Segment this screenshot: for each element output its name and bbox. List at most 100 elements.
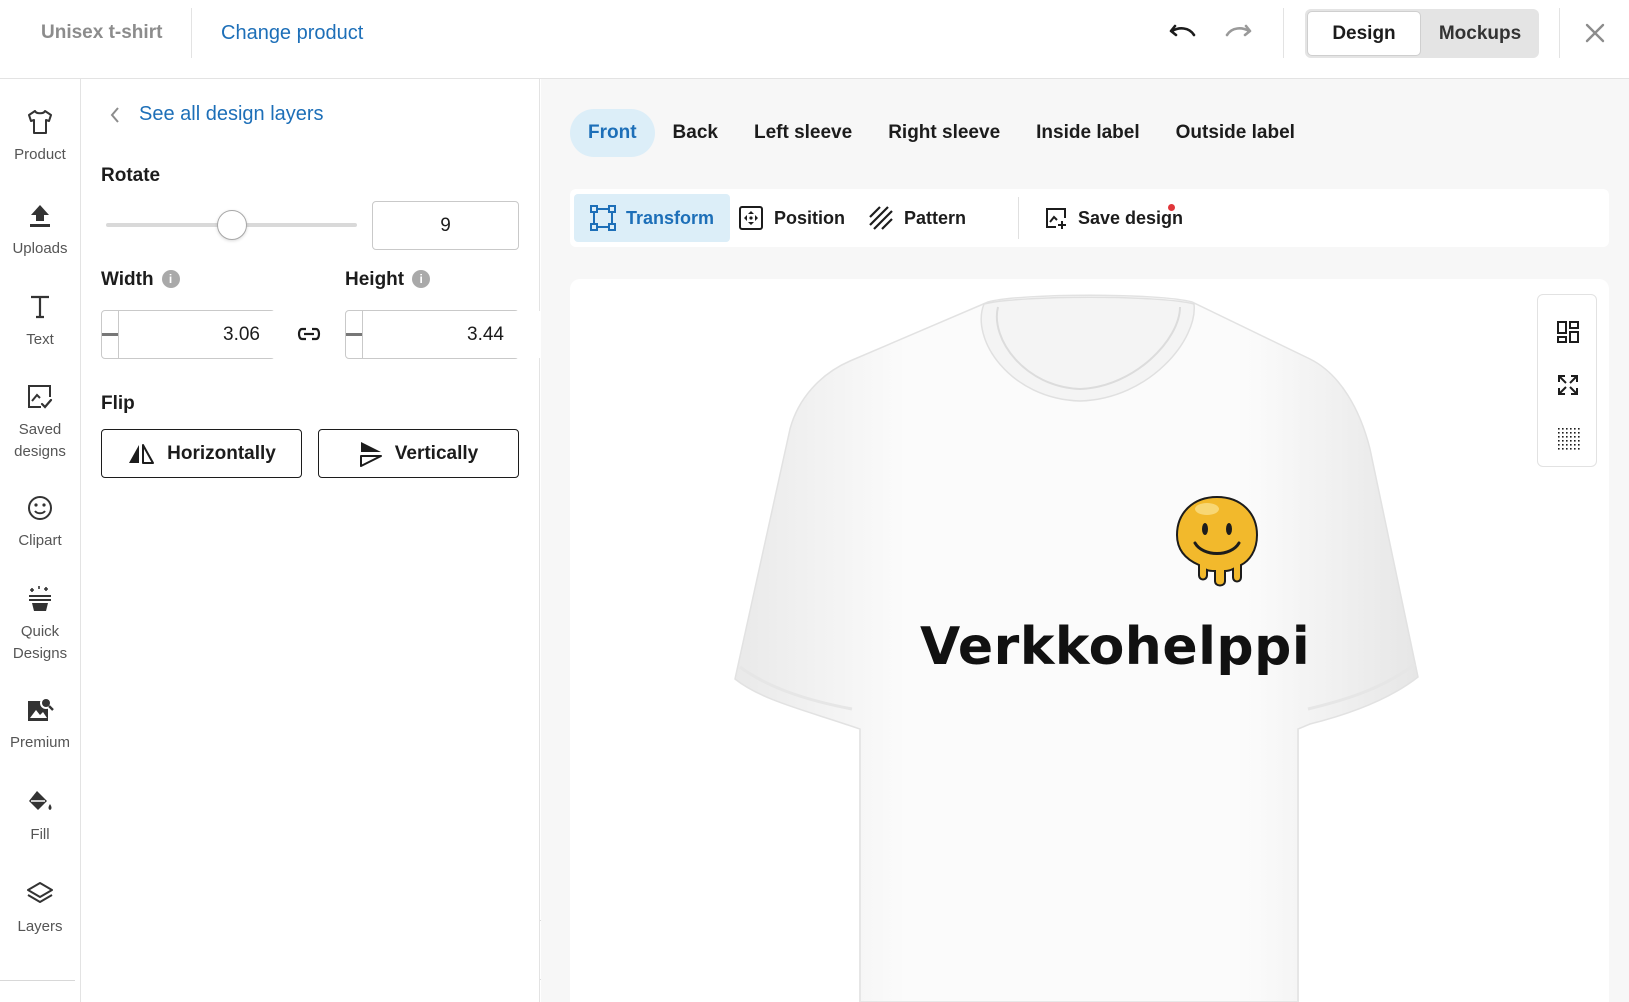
design-toolbar: Transform Position Pattern Save design bbox=[570, 189, 1609, 247]
grid-toggle-button[interactable] bbox=[1553, 423, 1583, 453]
rail-label: Layers bbox=[17, 918, 63, 935]
redo-button[interactable] bbox=[1221, 18, 1255, 48]
premium-image-icon bbox=[25, 695, 55, 725]
flip-vertical-icon bbox=[359, 441, 382, 467]
rail-label: Fill bbox=[30, 826, 50, 843]
design-canvas[interactable]: Verkkohelppi bbox=[570, 279, 1609, 1002]
flip-vertical-label: Vertically bbox=[394, 442, 479, 464]
rail-item-clipart[interactable]: Clipart bbox=[0, 493, 80, 552]
smiley-icon bbox=[25, 493, 55, 523]
layout-view-button[interactable] bbox=[1553, 317, 1583, 347]
mockups-mode-button[interactable]: Mockups bbox=[1423, 11, 1537, 56]
redo-icon bbox=[1225, 24, 1252, 37]
rail-item-product[interactable]: Product bbox=[0, 107, 80, 166]
minus-icon bbox=[346, 332, 362, 336]
flip-vertical-button[interactable]: Vertically bbox=[318, 429, 519, 478]
height-decrease-button[interactable] bbox=[346, 311, 362, 358]
flip-horizontal-button[interactable]: Horizontally bbox=[101, 429, 302, 478]
position-icon bbox=[739, 206, 763, 230]
design-text-layer[interactable]: Verkkohelppi bbox=[920, 617, 1310, 677]
design-mode-button[interactable]: Design bbox=[1307, 11, 1421, 56]
rail-label: Uploads bbox=[12, 240, 68, 257]
undo-icon bbox=[1169, 24, 1196, 37]
upload-icon bbox=[25, 201, 55, 231]
width-label: Width bbox=[101, 269, 154, 290]
quick-designs-icon bbox=[25, 584, 55, 614]
top-bar: Unisex t-shirt Change product Design Moc… bbox=[0, 0, 1629, 79]
rail-label: Clipart bbox=[18, 532, 62, 549]
minus-icon bbox=[102, 332, 118, 336]
undo-button[interactable] bbox=[1166, 18, 1200, 48]
back-link-label: See all design layers bbox=[139, 103, 324, 125]
text-icon bbox=[25, 292, 55, 322]
height-title: Height i bbox=[345, 269, 431, 291]
rail-item-text[interactable]: Text bbox=[0, 292, 80, 351]
rail-label: Saved bbox=[18, 421, 62, 438]
rotate-input[interactable] bbox=[372, 201, 519, 250]
saved-designs-icon bbox=[25, 382, 55, 412]
unsaved-indicator bbox=[1168, 204, 1175, 211]
canvas-view-tools bbox=[1537, 294, 1597, 467]
divider bbox=[1018, 197, 1019, 239]
rail-item-quick-designs[interactable]: Quick Designs bbox=[0, 584, 80, 665]
rail-label: Premium bbox=[9, 734, 70, 751]
link-icon bbox=[297, 327, 321, 341]
rail-label: Product bbox=[14, 146, 66, 163]
dashboard-icon bbox=[1557, 321, 1579, 343]
close-icon bbox=[1585, 23, 1605, 43]
tab-left-sleeve[interactable]: Left sleeve bbox=[736, 109, 870, 157]
position-tool[interactable]: Position bbox=[722, 194, 861, 242]
height-stepper bbox=[345, 310, 625, 359]
rail-label: Quick bbox=[20, 623, 60, 640]
tool-rail: Product Uploads Text Saved designs Clipa… bbox=[0, 79, 81, 1002]
info-icon[interactable]: i bbox=[161, 270, 180, 288]
close-button[interactable] bbox=[1578, 16, 1612, 50]
product-name: Unisex t-shirt bbox=[41, 22, 163, 43]
grid-icon bbox=[1558, 428, 1580, 450]
pattern-tool[interactable]: Pattern bbox=[852, 194, 982, 242]
height-label: Height bbox=[345, 269, 405, 290]
divider bbox=[1283, 8, 1284, 58]
transform-icon bbox=[590, 205, 616, 231]
save-design-label: Save design bbox=[1078, 207, 1184, 228]
width-stepper bbox=[101, 310, 381, 359]
rail-item-uploads[interactable]: Uploads bbox=[0, 201, 80, 260]
tab-front[interactable]: Front bbox=[570, 109, 655, 157]
melting-smiley-graphic[interactable] bbox=[1169, 491, 1265, 591]
mode-toggle: Design Mockups bbox=[1305, 9, 1539, 58]
tab-inside-label[interactable]: Inside label bbox=[1018, 109, 1157, 157]
expand-button[interactable] bbox=[1553, 370, 1583, 400]
rail-item-premium[interactable]: Premium bbox=[0, 695, 80, 754]
rail-item-fill[interactable]: Fill bbox=[0, 787, 80, 846]
save-design-icon bbox=[1046, 208, 1066, 229]
pattern-label: Pattern bbox=[904, 207, 967, 228]
paint-bucket-icon bbox=[25, 787, 55, 817]
placement-tabs: Front Back Left sleeve Right sleeve Insi… bbox=[570, 109, 1313, 157]
transform-panel: See all design layers Rotate Widthi Heig… bbox=[81, 79, 625, 1002]
width-decrease-button[interactable] bbox=[102, 311, 118, 358]
tshirt-icon bbox=[25, 107, 55, 137]
tab-outside-label[interactable]: Outside label bbox=[1158, 109, 1313, 157]
rail-item-saved-designs[interactable]: Saved designs bbox=[0, 382, 80, 463]
tab-back[interactable]: Back bbox=[655, 109, 736, 157]
width-input[interactable] bbox=[118, 311, 365, 358]
divider bbox=[191, 8, 192, 58]
rail-label: Designs bbox=[12, 645, 68, 662]
flip-title: Flip bbox=[101, 393, 135, 414]
tab-right-sleeve[interactable]: Right sleeve bbox=[870, 109, 1018, 157]
transform-tool[interactable]: Transform bbox=[574, 194, 731, 242]
width-title: Width i bbox=[101, 269, 180, 291]
divider bbox=[0, 980, 75, 981]
rotate-title: Rotate bbox=[101, 165, 161, 186]
rail-label: Text bbox=[26, 331, 54, 348]
info-icon[interactable]: i bbox=[412, 270, 431, 288]
save-design-button[interactable]: Save design bbox=[1028, 194, 1199, 242]
divider bbox=[1559, 8, 1560, 58]
chevron-left-icon bbox=[110, 106, 119, 123]
aspect-lock-button[interactable] bbox=[294, 322, 324, 346]
flip-horizontal-icon bbox=[129, 443, 155, 464]
rotate-slider-handle[interactable] bbox=[216, 210, 247, 240]
rail-item-layers[interactable]: Layers bbox=[0, 879, 80, 938]
change-product-link[interactable]: Change product bbox=[221, 22, 363, 45]
see-all-layers-link[interactable]: See all design layers bbox=[109, 103, 324, 126]
